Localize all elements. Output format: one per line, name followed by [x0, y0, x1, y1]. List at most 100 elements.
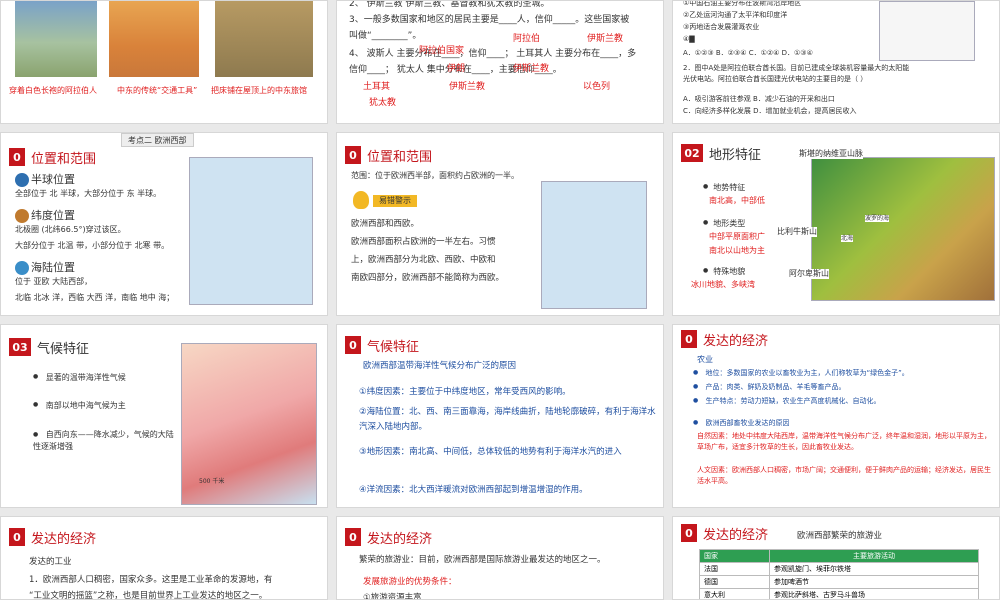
livestock-reasons-text: 欧洲西部畜牧业发达的原因	[705, 419, 790, 427]
range-text: 范围：位于欧洲西半部，面积约占欧洲的一半。	[351, 171, 519, 180]
answer-5: 伊斯兰教	[513, 64, 550, 74]
option-3: ③丙地适合发展灌溉农业	[683, 23, 760, 31]
tourism-line-1: 繁荣的旅游业：目前，欧洲西部是国际旅游业最发达的地区之一。	[359, 555, 606, 565]
lightbulb-icon	[353, 191, 369, 209]
slide-climate-reasons[interactable]: 0 气候特征 欧洲西部温带海洋性气候分布广泛的原因 ①纬度因素：主要位于中纬度地…	[336, 324, 664, 508]
special-answer: 冰川地貌、多峡湾	[691, 280, 755, 289]
table-cell: 参加啤酒节	[769, 575, 979, 589]
hemisphere-text: 全部位于 北 半球，大部分位于 东 半球。	[15, 189, 162, 198]
relief-answer: 南北高，中部低	[709, 196, 765, 205]
warning-3: 上，欧洲西部分为北欧、西欧、中欧和	[351, 255, 496, 265]
section-title: 发达的经济	[31, 531, 97, 547]
line-3: 3、一般多数国家和地区的居民主要是____人，信仰_____。这些国家被	[349, 15, 630, 25]
slide-terrain[interactable]: 02 地形特征 斯堪的纳维亚山脉 比利牛斯山 阿尔卑斯山 波罗的海 北海 地势特…	[672, 132, 1000, 316]
slide-industry[interactable]: 0 发达的经济 发达的工业 1．欧洲西部人口稠密，国家众多。这里是工业革命的发源…	[0, 516, 328, 600]
answer-8: 以色列	[583, 82, 611, 92]
table-row: 法国 参观凯旋门、埃菲尔铁塔	[699, 562, 979, 576]
warning-4: 南欧四部分，欧洲西部不能简称为西欧。	[351, 273, 505, 283]
slide-climate-map[interactable]: 03 气候特征 显著的温带海洋性气候 南部以地中海气候为主 自西向东——降水减少…	[0, 324, 328, 508]
photo-camels	[109, 1, 199, 77]
natural-factors: 自然因素：地处中纬度大陆西岸，温带海洋性气候分布广泛，终年温和湿润，地形以平原为…	[697, 432, 991, 452]
topic-tab[interactable]: 考点二 欧洲西部	[121, 133, 194, 147]
option-4: ④▇	[683, 35, 695, 43]
line-4: 4、 波斯人 主要分布在____，信仰____； 土耳其人 主要分布在____，…	[349, 49, 637, 59]
label-north-sea: 北海	[841, 235, 854, 243]
landform-answer-2: 南北以山地为主	[709, 246, 765, 255]
label-alps: 阿尔卑斯山	[789, 269, 829, 279]
bullet-maritime: 显著的温带海洋性气候	[33, 371, 126, 385]
bullet-special: 特殊地貌	[703, 265, 745, 279]
slide-position-range[interactable]: 考点二 欧洲西部 0 位置和范围 半球位置 全部位于 北 半球，大部分位于 东 …	[0, 132, 328, 316]
line-2: 2、 伊斯兰教 伊斯兰教、基督教和犹太教的圣城。	[349, 0, 550, 9]
agri-status: 地位：多数国家的农业以畜牧业为主，人们称牧草为“绿色金子”。	[693, 367, 909, 379]
section-title: 气候特征	[37, 341, 90, 357]
tourism-line-2: ①旅游资源丰富	[363, 593, 422, 600]
photo-rooftop-beds	[215, 1, 313, 77]
table-row: 意大利 参观比萨斜塔、古罗马斗兽场	[699, 588, 979, 599]
table-caption: 欧洲西部繁荣的旅游业	[797, 531, 883, 541]
mediterranean-text: 南部以地中海气候为主	[45, 401, 126, 410]
section-title: 发达的经济	[367, 531, 433, 547]
answer-1: 阿拉伯	[513, 34, 541, 44]
industry-heading: 发达的工业	[29, 557, 72, 567]
slide-religion-fill[interactable]: 2、 伊斯兰教 伊斯兰教、基督教和犹太教的圣城。 3、一般多数国家和地区的居民主…	[336, 0, 664, 124]
section-number: 0	[9, 528, 25, 546]
tourism-table: 国家 主要旅游活动 法国 参观凯旋门、埃菲尔铁塔 德国 参加啤酒节 意大利 参观…	[699, 549, 979, 599]
table-header-activity: 主要旅游活动	[769, 549, 979, 563]
section-number: 02	[681, 144, 703, 162]
livestock-reasons-heading: 欧洲西部畜牧业发达的原因	[693, 417, 789, 429]
middle-east-map	[879, 1, 975, 61]
section-number: 0	[345, 528, 361, 546]
section-title: 气候特征	[367, 339, 420, 355]
slide-range-warning[interactable]: 0 位置和范围 范围：位于欧洲西半部，面积约占欧洲的一半。 易错警示 欧洲西部和…	[336, 132, 664, 316]
reason-current: ④洋流因素：北大西洋暖流对欧洲西部起到增温增湿的作用。	[359, 485, 588, 495]
photo-arab-men	[15, 1, 97, 77]
agri-heading: 农业	[697, 355, 713, 364]
bullet-landform: 地形类型	[703, 217, 745, 231]
reason-latitude: ①纬度因素：主要位于中纬度地区，常年受西风的影响。	[359, 387, 571, 397]
slide-tourism[interactable]: 0 发达的经济 繁荣的旅游业：目前，欧洲西部是国际旅游业最发达的地区之一。 发展…	[336, 516, 664, 600]
option-1: ①中国石油主要分布在波斯湾沿岸地区	[683, 0, 802, 7]
slide-agriculture[interactable]: 0 发达的经济 农业 地位：多数国家的农业以畜牧业为主，人们称牧草为“绿色金子”…	[672, 324, 1000, 508]
answer-2: 伊斯兰教	[587, 34, 624, 44]
sea-land-text-1: 位于 亚欧 大陆西部，	[15, 277, 93, 286]
latitude-text-1: 北极圈 (北纬66.5°)穿过该区。	[15, 225, 126, 234]
section-number: 03	[9, 338, 31, 356]
table-cell: 德国	[699, 575, 770, 589]
europe-political-map	[189, 157, 313, 305]
caption-1: 穿着白色长袍的阿拉伯人	[9, 86, 97, 95]
label-scandinavian-mts: 斯堪的纳维亚山脉	[799, 149, 863, 159]
sea-land-title: 海陆位置	[31, 261, 75, 274]
section-title: 发达的经济	[703, 527, 769, 543]
table-cell: 参观凯旋门、埃菲尔铁塔	[769, 562, 979, 576]
latitude-icon	[15, 209, 29, 223]
tourism-heading: 发展旅游业的优势条件：	[363, 577, 457, 587]
caption-3: 把床铺在屋顶上的中东旅馆	[211, 86, 307, 95]
table-row: 德国 参加啤酒节	[699, 575, 979, 589]
europe-map	[541, 181, 647, 309]
section-title: 位置和范围	[31, 151, 97, 167]
bullet-mediterranean: 南部以地中海气候为主	[33, 399, 126, 413]
agri-products: 产品：肉类、鲜奶及奶制品、羊毛等畜产品。	[693, 381, 845, 393]
slide-tourism-table[interactable]: 0 发达的经济 欧洲西部繁荣的旅游业 国家 主要旅游活动 法国 参观凯旋门、埃菲…	[672, 516, 1000, 600]
agri-status-text: 地位：多数国家的农业以畜牧业为主，人们称牧草为“绿色金子”。	[705, 369, 909, 377]
slide-arab-photos[interactable]: 穿着白色长袍的阿拉伯人 中东的传统“交通工具” 把床铺在屋顶上的中东旅馆	[0, 0, 328, 124]
reason-sea-land: ②海陆位置：北、西、南三面靠海，海岸线曲折，陆地轮廓破碎，有利于海洋水汽深入陆地…	[359, 407, 656, 432]
human-factors: 人文因素：欧洲西部人口稠密，市场广阔；交通便利，便于鲜肉产品的运输；经济发达，居…	[697, 466, 991, 486]
industry-line-1: 1．欧洲西部人口稠密，国家众多。这里是工业革命的发源地，有	[29, 575, 273, 585]
warning-1: 欧洲西部和西欧。	[351, 219, 420, 229]
warning-2: 欧洲西部面积占欧洲的一半左右。习惯	[351, 237, 496, 247]
option-2: ②乙处运河沟通了太平洋和印度洋	[683, 11, 788, 19]
section-number: 0	[345, 146, 361, 164]
reasons-subtitle: 欧洲西部温带海洋性气候分布广泛的原因	[363, 361, 517, 371]
line-3b: 叫做“________”。	[349, 31, 422, 41]
maritime-text: 显著的温带海洋性气候	[45, 373, 126, 382]
slide-exam-questions[interactable]: ①中国石油主要分布在波斯湾沿岸地区 ②乙处运河沟通了太平洋和印度洋 ③丙地适合发…	[672, 0, 1000, 124]
europe-terrain-map	[811, 157, 995, 301]
hemisphere-title: 半球位置	[31, 173, 75, 186]
section-number: 0	[9, 148, 25, 166]
west-east-text: 自西向东——降水减少，气候的大陆性逐渐增强	[33, 430, 174, 451]
section-title: 地形特征	[709, 147, 762, 163]
answer-7: 伊斯兰教	[449, 82, 486, 92]
section-number: 0	[681, 330, 697, 348]
